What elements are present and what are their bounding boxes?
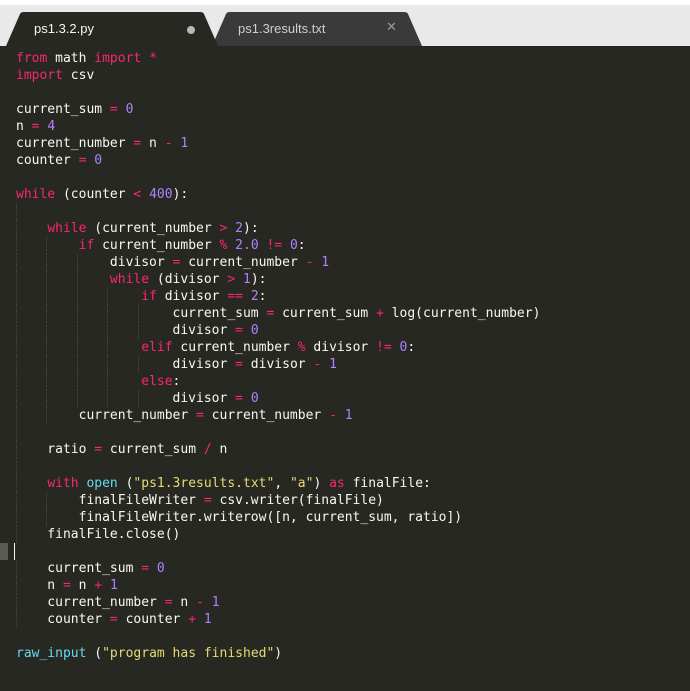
code-line[interactable]: n = n + 1 — [16, 577, 117, 594]
indent-guide — [16, 203, 17, 220]
code-line[interactable]: if divisor == 2: — [16, 288, 266, 305]
code-editor[interactable]: from math import * import csv current_sum … — [0, 46, 690, 691]
code-line[interactable]: n = 4 — [16, 118, 55, 135]
indent-guide — [16, 424, 17, 441]
tab-ps1-3-2-py[interactable]: ps1.3.2.py — [6, 12, 218, 46]
code-line[interactable]: divisor = current_number - 1 — [16, 254, 329, 271]
code-line[interactable]: current_sum = 0 — [16, 560, 164, 577]
code-line[interactable]: while (divisor > 1): — [16, 271, 267, 288]
code-line[interactable]: if current_number % 2.0 != 0: — [16, 237, 306, 254]
code-line[interactable]: import csv — [16, 67, 94, 84]
code-line[interactable]: while (current_number > 2): — [16, 220, 258, 237]
code-line[interactable]: divisor = 0 — [16, 322, 259, 339]
code-line[interactable]: divisor = divisor - 1 — [16, 356, 337, 373]
code-line[interactable]: current_number = n - 1 — [16, 135, 188, 152]
close-icon[interactable]: ✕ — [386, 20, 397, 35]
code-line[interactable]: current_sum = current_sum + log(current_… — [16, 305, 541, 322]
tab-label: ps1.3results.txt — [238, 21, 326, 36]
code-line[interactable]: while (counter < 400): — [16, 186, 188, 203]
modified-dot-icon[interactable] — [187, 26, 195, 34]
code-line[interactable]: counter = counter + 1 — [16, 611, 211, 628]
code-line[interactable]: finalFile.close() — [16, 526, 180, 543]
editor-window: ps1.3results.txt ✕ ps1.3.2.py from math … — [0, 0, 690, 691]
code-line[interactable]: finalFileWriter = csv.writer(finalFile) — [16, 492, 384, 509]
code-line[interactable]: raw_input ("program has finished") — [16, 645, 282, 662]
code-line[interactable]: current_number = n - 1 — [16, 594, 219, 611]
code-line[interactable]: current_sum = 0 — [16, 101, 133, 118]
code-line[interactable]: finalFileWriter.writerow([n, current_sum… — [16, 509, 463, 526]
code-line[interactable]: divisor = 0 — [16, 390, 259, 407]
code-line[interactable]: with open ("ps1.3results.txt", "a") as f… — [16, 475, 431, 492]
tab-ps1-3results-txt[interactable]: ps1.3results.txt ✕ — [212, 12, 422, 46]
current-line-marker — [0, 543, 8, 560]
code-line[interactable]: current_number = current_number - 1 — [16, 407, 353, 424]
code-line[interactable]: ratio = current_sum / n — [16, 441, 227, 458]
text-cursor — [14, 543, 15, 560]
tab-label: ps1.3.2.py — [34, 21, 94, 36]
code-line[interactable]: else: — [16, 373, 180, 390]
code-line[interactable]: counter = 0 — [16, 152, 102, 169]
tab-bar: ps1.3results.txt ✕ ps1.3.2.py — [0, 0, 690, 46]
code-line[interactable]: elif current_number % divisor != 0: — [16, 339, 415, 356]
indent-guide — [16, 458, 17, 475]
code-line[interactable]: from math import * — [16, 50, 157, 67]
